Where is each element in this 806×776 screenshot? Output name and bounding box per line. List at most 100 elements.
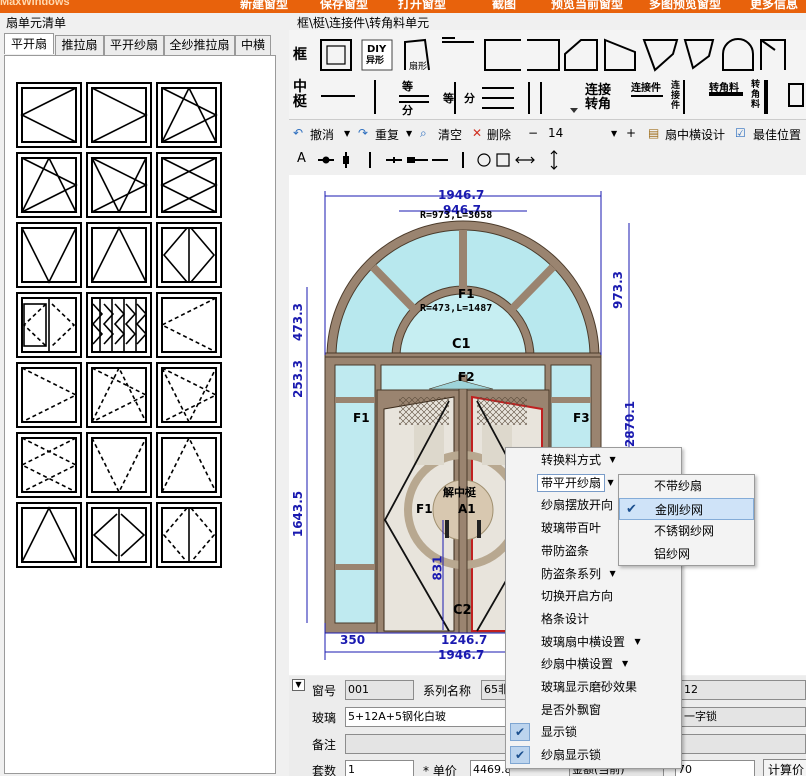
preview-current-button[interactable]: 预览当前窗型	[551, 0, 623, 12]
font-size-increase-button[interactable]: +	[626, 126, 636, 140]
delete-button[interactable]: 删除	[487, 126, 511, 143]
window-no-label: 窗号	[312, 684, 337, 698]
sash-tile[interactable]	[86, 432, 152, 498]
redo-button[interactable]: 重复	[375, 126, 399, 143]
screen-submenu-item[interactable]: 不带纱扇	[619, 475, 754, 497]
circle-tool-icon[interactable]	[477, 152, 491, 166]
dim-473[interactable]: 473.3	[291, 303, 305, 341]
screenshot-button[interactable]: 截图	[492, 0, 516, 12]
context-menu-item[interactable]: 格条设计	[506, 608, 681, 630]
corner-material-label[interactable]: 转角料	[709, 83, 739, 95]
qty-field[interactable]: 1	[345, 760, 414, 776]
glass-label-c2[interactable]: C2	[453, 603, 472, 618]
glass-field[interactable]: 5+12A+5钢化白玻	[345, 707, 507, 727]
sash-tile[interactable]	[86, 82, 152, 148]
sash-tile[interactable]	[156, 152, 222, 218]
sash-transom-design-button[interactable]: 扇中横设计	[665, 126, 725, 143]
sash-tile[interactable]	[156, 82, 222, 148]
font-size-value[interactable]: 14	[548, 126, 563, 140]
sash-tile[interactable]	[86, 502, 152, 568]
sash-tile[interactable]	[156, 432, 222, 498]
new-window-button[interactable]: 新建窗型	[240, 0, 288, 12]
more-info-button[interactable]: 更多信息	[750, 0, 798, 12]
sash-tile[interactable]	[86, 292, 152, 358]
context-menu-item-label: 防盗条系列	[541, 566, 602, 581]
misc-field-2[interactable]: 70	[675, 760, 755, 776]
sash-tile[interactable]	[16, 82, 82, 148]
save-window-button[interactable]: 保存窗型	[320, 0, 368, 12]
sash-label-f1[interactable]: F1	[416, 502, 433, 516]
preview-multiple-button[interactable]: 多图预览窗型	[649, 0, 721, 12]
sash-tile[interactable]	[86, 152, 152, 218]
price-field[interactable]: 4469.8	[470, 760, 510, 776]
sash-type-icon	[91, 507, 147, 563]
screen-submenu-item[interactable]: 铝纱网	[619, 543, 754, 565]
dim-1643[interactable]: 1643.5	[291, 491, 305, 537]
dim-253[interactable]: 253.3	[291, 360, 305, 398]
vertical-dimension-icon[interactable]	[548, 150, 560, 170]
sash-tile[interactable]	[156, 292, 222, 358]
tab-sliding-sash[interactable]: 推拉扇	[55, 35, 104, 55]
dim-973[interactable]: 973.3	[611, 271, 625, 309]
sash-tile[interactable]	[156, 222, 222, 288]
sash-tile[interactable]	[86, 222, 152, 288]
dim-width-top[interactable]: 1946.7	[438, 188, 484, 202]
corner-material-vertical-label[interactable]: 转角料	[751, 80, 763, 110]
sash-tile[interactable]	[156, 362, 222, 428]
font-size-decrease-button[interactable]: −	[528, 126, 538, 140]
connect-label[interactable]: 连接	[585, 84, 611, 98]
tab-casement-screen[interactable]: 平开纱扇	[104, 35, 164, 55]
sash-tile[interactable]	[16, 292, 82, 358]
context-menu-item[interactable]: 切换开启方向	[506, 585, 681, 607]
tab-casement-sash[interactable]: 平开扇	[4, 33, 54, 54]
sash-tile[interactable]	[16, 432, 82, 498]
context-menu-item[interactable]: 玻璃显示磨砂效果	[506, 676, 681, 698]
misc-field-1[interactable]: 12	[681, 680, 806, 700]
tab-full-screen-sliding[interactable]: 全纱推拉扇	[164, 35, 235, 55]
context-menu-item[interactable]: 是否外飘窗	[506, 699, 681, 721]
clear-button[interactable]: 清空	[438, 126, 462, 143]
context-menu-item[interactable]: 玻璃扇中横设置 ▼	[506, 631, 681, 653]
sash-tile[interactable]	[16, 222, 82, 288]
window-no-field[interactable]: 001	[345, 680, 414, 700]
form-collapse-icon[interactable]: ▼	[292, 679, 305, 691]
sash-tile[interactable]	[16, 362, 82, 428]
context-menu-item[interactable]: 纱扇中横设置 ▼	[506, 653, 681, 675]
dim-width-bottom[interactable]: 1946.7	[438, 648, 484, 662]
lock-field[interactable]: 一字锁	[681, 707, 806, 727]
corner-label[interactable]: 转角	[585, 98, 611, 112]
connector-label[interactable]: 连接件	[631, 83, 661, 95]
dim-1246[interactable]: 1246.7	[441, 633, 487, 647]
inner-arc-label: R=473,L=1487	[420, 303, 493, 314]
sash-label-a1[interactable]: A1	[458, 502, 476, 516]
tab-transom[interactable]: 中横	[235, 35, 271, 55]
glass-label-c1[interactable]: C1	[452, 337, 471, 352]
context-menu-item[interactable]: ✔ 纱扇显示锁	[506, 744, 681, 766]
dim-350[interactable]: 350	[340, 633, 365, 647]
best-position-button[interactable]: 最佳位置	[753, 126, 801, 143]
sash-tile[interactable]	[16, 152, 82, 218]
calc-price-button[interactable]: 计算价	[763, 759, 806, 776]
horizontal-dimension-icon[interactable]	[515, 152, 535, 166]
glass-label-f2[interactable]: F2	[458, 370, 475, 384]
rect-tool-icon[interactable]	[496, 152, 510, 166]
dim-2870[interactable]: 2870.1	[623, 401, 637, 447]
open-window-button[interactable]: 打开窗型	[398, 0, 446, 12]
glass-label-f1-left[interactable]: F1	[353, 411, 370, 425]
undo-button[interactable]: 撤消	[310, 126, 334, 143]
screen-submenu-item[interactable]: 不锈钢纱网	[619, 520, 754, 542]
screen-submenu-item[interactable]: ✔ 金刚纱网	[619, 497, 754, 520]
redo-dropdown-icon[interactable]: ▼	[406, 129, 412, 138]
glass-label-f1-top[interactable]: F1	[458, 287, 475, 301]
sash-tile[interactable]	[156, 502, 222, 568]
dim-831[interactable]: 831	[431, 555, 445, 580]
sash-tile[interactable]	[86, 362, 152, 428]
glass-label-f3[interactable]: F3	[573, 411, 590, 425]
sash-tile[interactable]	[16, 502, 82, 568]
text-tool-button[interactable]: A	[297, 151, 306, 166]
font-size-dropdown-icon[interactable]: ▼	[611, 129, 617, 138]
context-menu-item[interactable]: ✔ 显示锁	[506, 721, 681, 743]
context-menu-item[interactable]: 转换料方式 ▼	[506, 449, 681, 471]
connector-vertical-label[interactable]: 连接件	[671, 81, 683, 111]
undo-dropdown-icon[interactable]: ▼	[344, 129, 350, 138]
